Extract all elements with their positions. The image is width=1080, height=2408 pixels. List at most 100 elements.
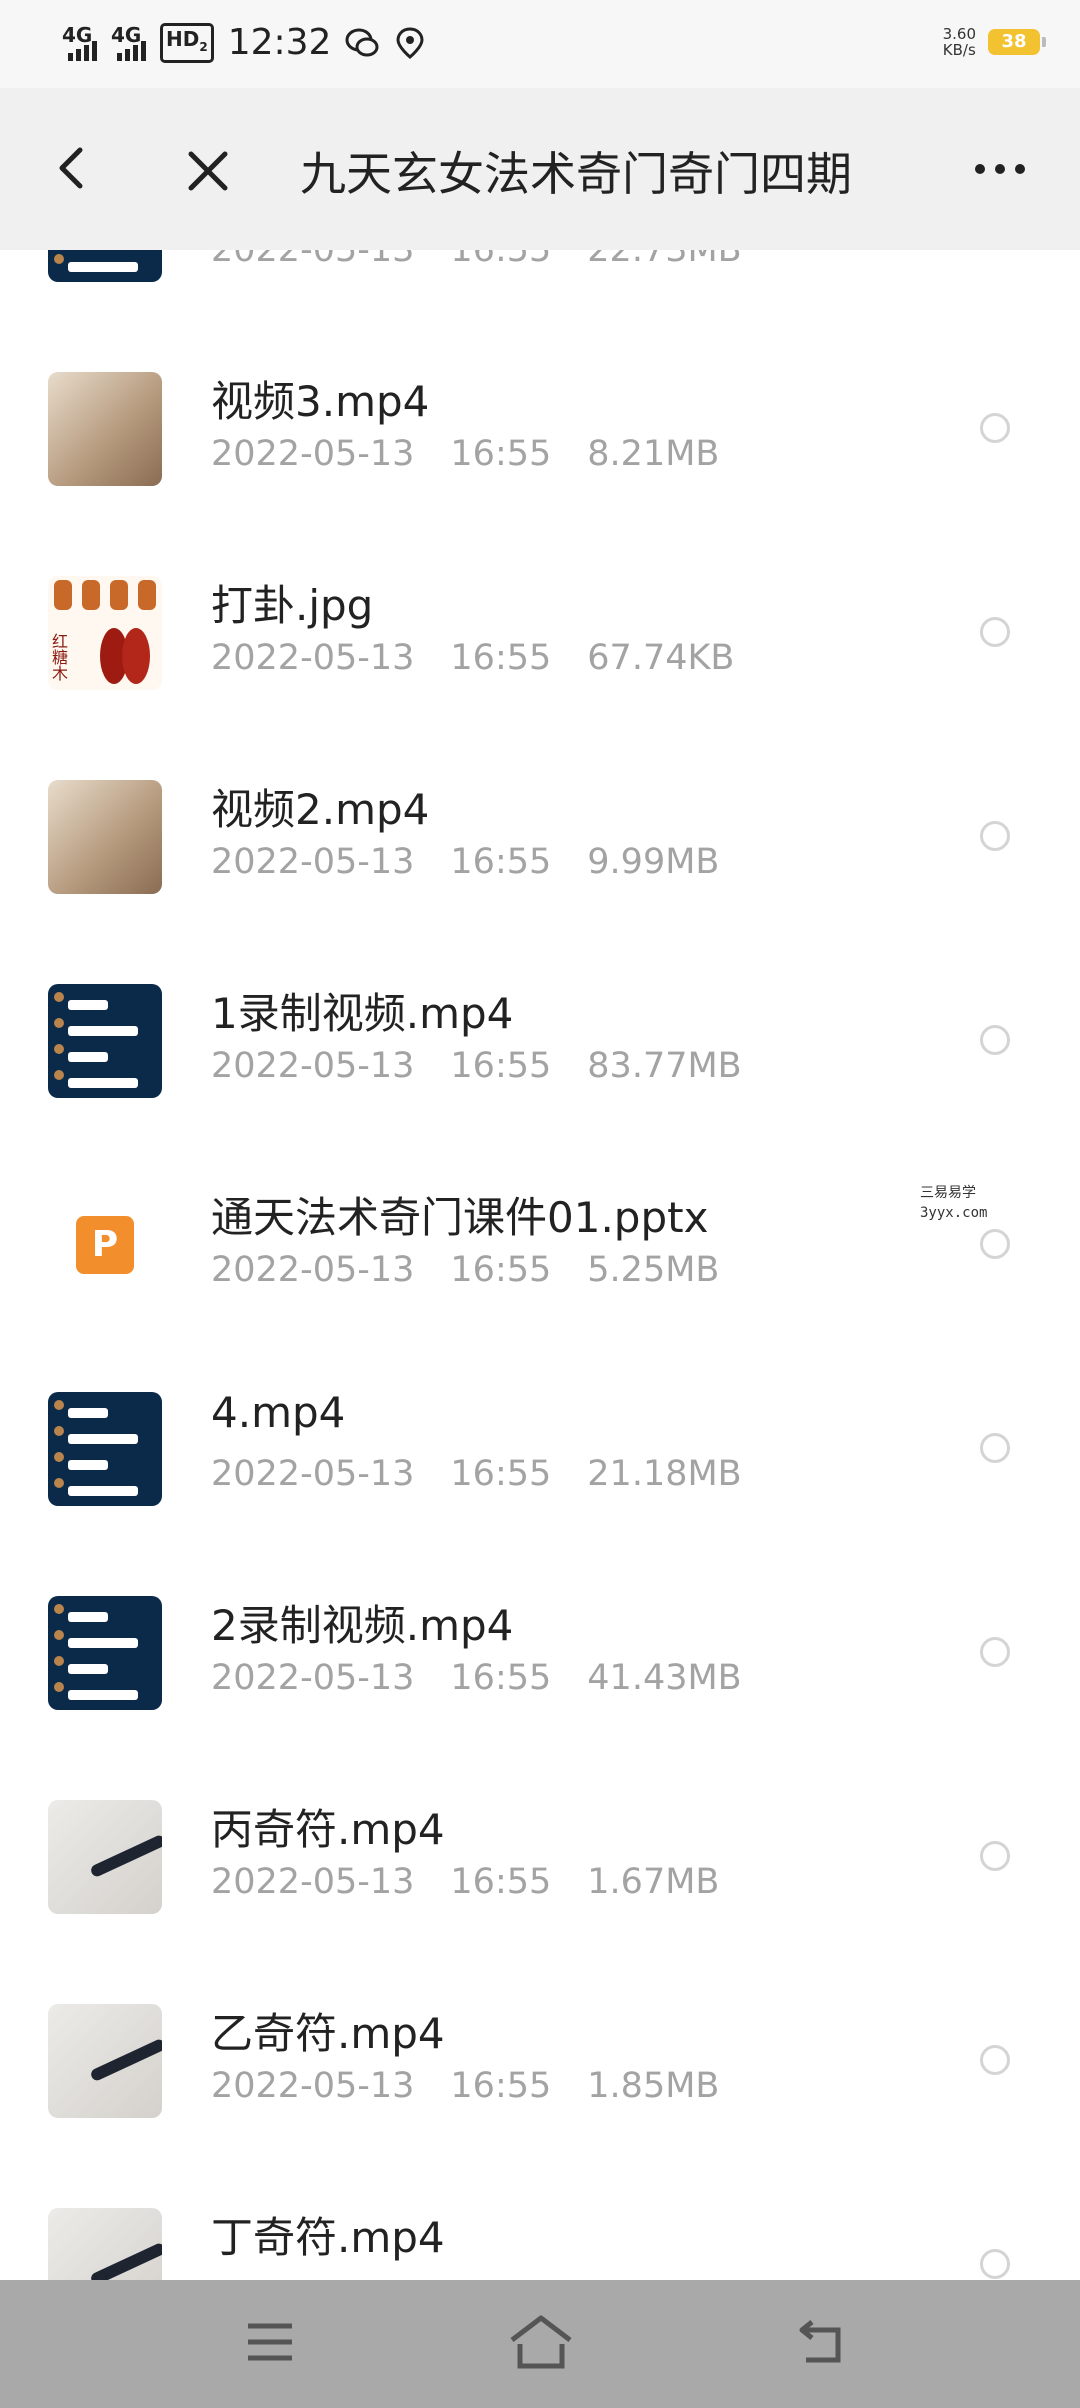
file-name: 打卦.jpg	[211, 581, 374, 630]
file-meta: 2022-05-13 16:55 41.43MB	[211, 1658, 778, 1698]
file-name: 丁奇符.mp4	[211, 2213, 445, 2262]
select-radio[interactable]	[980, 413, 1010, 443]
file-size: 1.85MB	[587, 2066, 720, 2106]
select-radio[interactable]	[980, 2249, 1010, 2279]
file-thumbnail	[48, 250, 162, 282]
file-time: 16:55	[450, 2066, 552, 2106]
file-meta: 2022-05-13 16:55 1.85MB	[211, 2066, 755, 2106]
select-radio[interactable]	[980, 821, 1010, 851]
file-time: 16:55	[450, 1046, 552, 1086]
file-meta: 2022-05-13 16:55 21.18MB	[211, 1454, 778, 1494]
file-thumbnail	[48, 780, 162, 894]
file-size: 22.73MB	[587, 250, 742, 270]
file-time: 16:55	[450, 1658, 552, 1698]
list-item[interactable]: 乙奇符.mp4 2022-05-13 16:55 1.85MB	[0, 1952, 1080, 2156]
cellular-signal-icon: 4G	[62, 23, 97, 61]
chevron-left-icon[interactable]	[50, 138, 94, 198]
cellular-signal-icon: 4G	[111, 23, 146, 61]
file-size: 21.18MB	[587, 1454, 742, 1494]
file-date: 2022-05-13	[211, 2066, 415, 2106]
file-time: 16:55	[450, 1250, 552, 1290]
file-size: 8.21MB	[587, 434, 720, 474]
file-name: 通天法术奇门课件01.pptx	[211, 1193, 709, 1242]
battery-icon: 38	[988, 29, 1046, 55]
file-date: 2022-05-13	[211, 638, 415, 678]
select-radio[interactable]	[980, 1841, 1010, 1871]
file-time: 16:55	[450, 638, 552, 678]
nav-bar: 九天玄女法术奇门奇门四期	[0, 88, 1080, 250]
list-item[interactable]: 2022-05-13 16:55 22.73MB	[0, 250, 1080, 320]
file-thumbnail: 红糖木	[48, 576, 162, 690]
close-icon[interactable]	[183, 146, 233, 196]
file-date: 2022-05-13	[211, 1862, 415, 1902]
status-bar: 4G 4G HD2 12:32 3.60 KB/s 38	[0, 0, 1080, 88]
file-meta: 2022-05-13 16:55 8.21MB	[211, 434, 755, 474]
list-item[interactable]: 视频3.mp4 2022-05-13 16:55 8.21MB	[0, 320, 1080, 524]
network-speed: 3.60 KB/s	[942, 25, 976, 59]
list-item[interactable]: 视频2.mp4 2022-05-13 16:55 9.99MB	[0, 728, 1080, 932]
file-time: 16:55	[450, 434, 552, 474]
file-time: 16:55	[450, 842, 552, 882]
file-size: 1.67MB	[587, 1862, 720, 1902]
pptx-file-icon: P	[76, 1216, 134, 1274]
file-date: 2022-05-13	[211, 250, 415, 270]
list-item[interactable]: 2录制视频.mp4 2022-05-13 16:55 41.43MB	[0, 1544, 1080, 1748]
file-date: 2022-05-13	[211, 1046, 415, 1086]
list-item[interactable]: 1录制视频.mp4 2022-05-13 16:55 83.77MB	[0, 932, 1080, 1136]
file-meta	[211, 2270, 319, 2280]
file-thumbnail	[48, 984, 162, 1098]
file-name: 视频2.mp4	[211, 785, 430, 834]
file-time: 16:55	[450, 250, 552, 270]
file-time: 16:55	[450, 1862, 552, 1902]
watermark: 三易易学 3yyx.com	[920, 1185, 988, 1221]
file-size: 67.74KB	[587, 638, 735, 678]
select-radio[interactable]	[980, 2045, 1010, 2075]
file-date: 2022-05-13	[211, 1454, 415, 1494]
wechat-icon	[345, 28, 379, 56]
page-title: 九天玄女法术奇门奇门四期	[300, 147, 852, 201]
location-icon	[396, 26, 424, 59]
select-radio[interactable]	[980, 1025, 1010, 1055]
file-meta: 2022-05-13 16:55 9.99MB	[211, 842, 755, 882]
select-radio[interactable]	[980, 617, 1010, 647]
file-size: 41.43MB	[587, 1658, 742, 1698]
file-size: 5.25MB	[587, 1250, 720, 1290]
file-list: 2022-05-13 16:55 22.73MB 视频3.mp4 2022-05-13 1…	[0, 250, 1080, 2280]
file-name: 视频3.mp4	[211, 377, 430, 426]
home-icon[interactable]	[506, 2314, 576, 2370]
list-item[interactable]: 红糖木 打卦.jpg 2022-05-13 16:55 67.74KB	[0, 524, 1080, 728]
list-item[interactable]: 丁奇符.mp4	[0, 2156, 1080, 2280]
file-thumbnail: P	[48, 1188, 162, 1302]
file-thumbnail	[48, 372, 162, 486]
system-nav-bar	[0, 2280, 1080, 2408]
hd-badge: HD2	[160, 22, 214, 63]
file-size: 9.99MB	[587, 842, 720, 882]
file-date: 2022-05-13	[211, 434, 415, 474]
return-icon[interactable]	[798, 2316, 850, 2366]
list-item[interactable]: P 通天法术奇门课件01.pptx 2022-05-13 16:55 5.25MB	[0, 1136, 1080, 1340]
file-date: 2022-05-13	[211, 1658, 415, 1698]
more-icon[interactable]	[972, 160, 1028, 178]
thumbnail-text: 红糖木	[52, 632, 69, 683]
file-name: 乙奇符.mp4	[211, 2009, 445, 2058]
select-radio[interactable]	[980, 1637, 1010, 1667]
select-radio[interactable]	[980, 1433, 1010, 1463]
select-radio[interactable]	[980, 1229, 1010, 1259]
file-date: 2022-05-13	[211, 842, 415, 882]
list-item[interactable]: 丙奇符.mp4 2022-05-13 16:55 1.67MB	[0, 1748, 1080, 1952]
file-name: 4.mp4	[211, 1388, 346, 1437]
file-name: 2录制视频.mp4	[211, 1601, 514, 1650]
file-meta: 2022-05-13 16:55 22.73MB	[211, 250, 778, 270]
file-thumbnail	[48, 1800, 162, 1914]
file-meta: 2022-05-13 16:55 67.74KB	[211, 638, 770, 678]
file-name: 丙奇符.mp4	[211, 1805, 445, 1854]
menu-icon[interactable]	[246, 2320, 294, 2364]
file-date: 2022-05-13	[211, 1250, 415, 1290]
file-meta: 2022-05-13 16:55 1.67MB	[211, 1862, 755, 1902]
file-name: 1录制视频.mp4	[211, 989, 514, 1038]
clock: 12:32	[227, 22, 332, 63]
file-thumbnail	[48, 2208, 162, 2280]
file-meta: 2022-05-13 16:55 83.77MB	[211, 1046, 778, 1086]
file-thumbnail	[48, 1392, 162, 1506]
list-item[interactable]: 4.mp4 2022-05-13 16:55 21.18MB	[0, 1340, 1080, 1544]
